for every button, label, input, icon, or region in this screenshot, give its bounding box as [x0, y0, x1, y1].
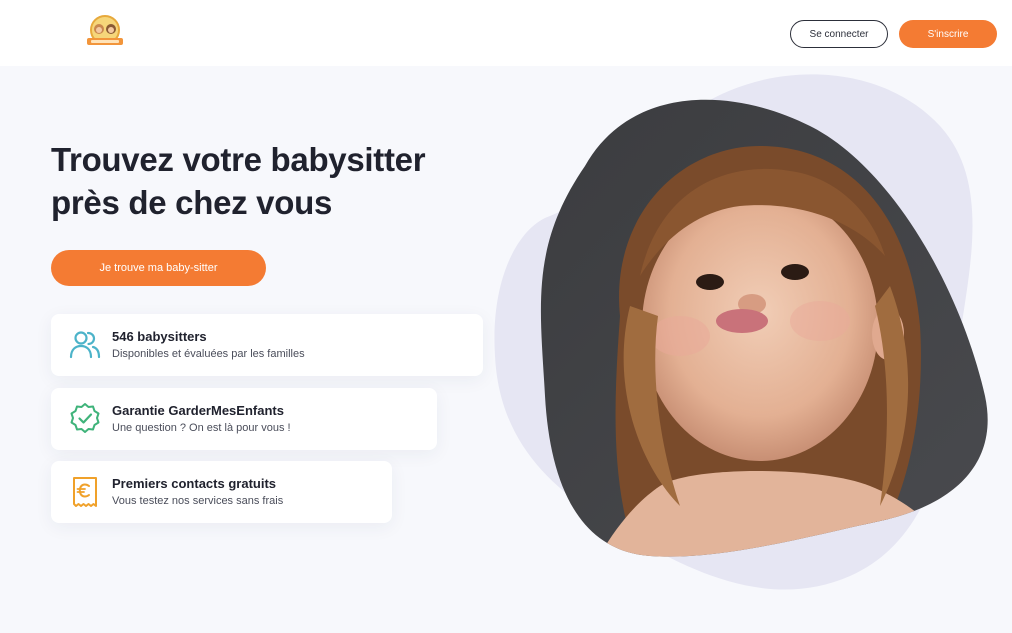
feature-card-babysitters: 546 babysitters Disponibles et évaluées …	[51, 314, 483, 376]
euro-ticket-icon	[73, 477, 97, 507]
feature-card-guarantee: Garantie GarderMesEnfants Une question ?…	[51, 388, 437, 450]
badge-check-icon	[70, 403, 100, 433]
site-header: Se connecter S'inscrire	[0, 0, 1012, 66]
feature-card-free-contacts: Premiers contacts gratuits Vous testez n…	[51, 461, 392, 523]
logo-icon[interactable]	[85, 15, 125, 51]
login-button[interactable]: Se connecter	[790, 20, 888, 48]
feature-title: 546 babysitters	[112, 329, 207, 344]
hero-title-line1: Trouvez votre babysitter	[51, 141, 426, 178]
hero-illustration	[494, 74, 988, 590]
feature-title: Garantie GarderMesEnfants	[112, 403, 284, 418]
feature-subtitle: Disponibles et évaluées par les familles	[112, 348, 305, 360]
users-icon	[69, 331, 101, 359]
hero-title: Trouvez votre babysitter près de chez vo…	[51, 138, 491, 224]
feature-subtitle: Vous testez nos services sans frais	[112, 495, 284, 507]
hero-title-line2: près de chez vous	[51, 184, 333, 221]
signup-button[interactable]: S'inscrire	[899, 20, 997, 48]
find-babysitter-button[interactable]: Je trouve ma baby-sitter	[51, 250, 266, 286]
feature-subtitle: Une question ? On est là pour vous !	[112, 422, 291, 434]
feature-title: Premiers contacts gratuits	[112, 476, 277, 491]
